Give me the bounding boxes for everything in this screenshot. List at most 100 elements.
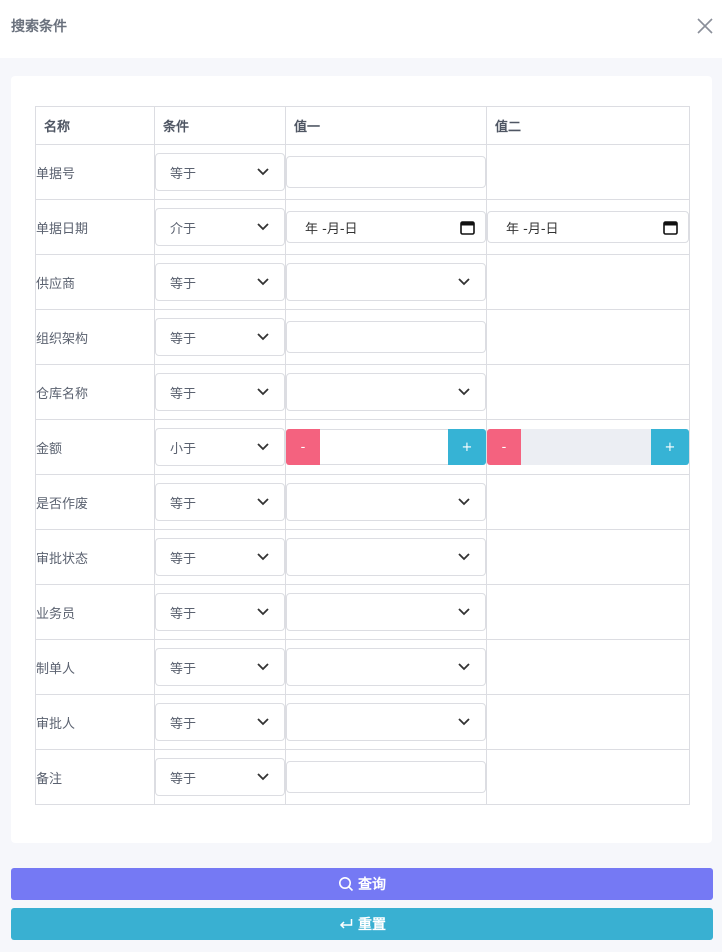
condition-cell: 等于 (154, 364, 286, 420)
chevron-down-icon (257, 168, 269, 176)
table-row: 审批状态 等于 (35, 529, 690, 585)
condition-select[interactable]: 小于 (155, 428, 285, 466)
chevron-down-icon (257, 388, 269, 396)
value-two-cell (486, 144, 690, 200)
value-one-cell (285, 584, 487, 640)
value-select[interactable] (286, 373, 486, 411)
chevron-down-icon (257, 608, 269, 616)
amount-stepper[interactable]: - + (286, 429, 486, 465)
field-name: 单据日期 (35, 199, 155, 255)
field-name: 单据号 (35, 144, 155, 200)
chevron-down-icon (257, 333, 269, 341)
value-select[interactable] (286, 648, 486, 686)
value-one-cell (285, 254, 487, 310)
condition-cell: 等于 (154, 474, 286, 530)
decrement-button[interactable]: - (286, 429, 320, 465)
value-one-cell (285, 364, 487, 420)
condition-cell: 等于 (154, 254, 286, 310)
chevron-down-icon (458, 388, 470, 396)
field-name: 组织架构 (35, 309, 155, 365)
value-select[interactable] (286, 538, 486, 576)
value-two-cell: 年 -月-日 (486, 199, 690, 255)
table-row: 供应商 等于 (35, 254, 690, 310)
condition-cell: 等于 (154, 309, 286, 365)
date-input[interactable]: 年 -月-日 (487, 211, 689, 243)
condition-select[interactable]: 等于 (155, 593, 285, 631)
condition-select[interactable]: 等于 (155, 318, 285, 356)
value-two-cell (486, 364, 690, 420)
condition-cell: 等于 (154, 639, 286, 695)
table-row: 组织架构 等于 (35, 309, 690, 365)
increment-button[interactable]: + (448, 429, 486, 465)
chevron-down-icon (257, 553, 269, 561)
value-one-cell: 年 -月-日 (285, 199, 487, 255)
value-two-cell (486, 254, 690, 310)
amount-stepper[interactable]: - + (487, 429, 689, 465)
value-two-cell (486, 639, 690, 695)
header-value-two: 值二 (486, 106, 690, 145)
chevron-down-icon (257, 278, 269, 286)
condition-value: 等于 (170, 386, 197, 402)
field-name: 制单人 (35, 639, 155, 695)
chevron-down-icon (458, 663, 470, 671)
condition-select[interactable]: 等于 (155, 483, 285, 521)
dialog-header: 搜索条件 (0, 0, 722, 58)
condition-select[interactable]: 等于 (155, 758, 285, 796)
chevron-down-icon (458, 278, 470, 286)
value-input[interactable] (286, 761, 486, 793)
decrement-button[interactable]: - (487, 429, 521, 465)
close-icon[interactable] (696, 17, 714, 35)
reset-button[interactable]: 重置 (11, 908, 713, 940)
condition-value: 等于 (170, 551, 197, 567)
reset-button-label: 重置 (358, 917, 386, 933)
date-placeholder: 年 -月-日 (506, 221, 559, 237)
value-select[interactable] (286, 703, 486, 741)
value-two-cell (486, 309, 690, 365)
value-select[interactable] (286, 483, 486, 521)
chevron-down-icon (257, 773, 269, 781)
value-one-cell (285, 144, 487, 200)
search-conditions-card: 名称 条件 值一 值二 单据号 等于 单据日期 介于年 -月-日年 -月-日 供应商 等于… (11, 76, 712, 843)
condition-cell: 等于 (154, 529, 286, 585)
value-two-cell (486, 584, 690, 640)
table-row: 单据日期 介于 年 -月-日 年 -月-日 (35, 199, 690, 255)
condition-select[interactable]: 介于 (155, 208, 285, 246)
increment-button[interactable]: + (651, 429, 689, 465)
condition-select[interactable]: 等于 (155, 373, 285, 411)
calendar-icon[interactable] (663, 220, 678, 235)
condition-select[interactable]: 等于 (155, 153, 285, 191)
dialog-title: 搜索条件 (11, 19, 67, 35)
value-two-cell (486, 694, 690, 750)
amount-field[interactable] (320, 429, 448, 465)
table-row: 业务员 等于 (35, 584, 690, 640)
condition-cell: 等于 (154, 749, 286, 805)
value-one-cell (285, 529, 487, 585)
condition-select[interactable]: 等于 (155, 703, 285, 741)
table-row: 金额 小于 - + - + (35, 419, 690, 475)
chevron-down-icon (458, 498, 470, 506)
value-select[interactable] (286, 593, 486, 631)
condition-select[interactable]: 等于 (155, 538, 285, 576)
value-one-cell: - + (285, 419, 487, 475)
search-icon (339, 877, 354, 892)
value-two-cell (486, 749, 690, 805)
header-value-one: 值一 (285, 106, 487, 145)
chevron-down-icon (257, 718, 269, 726)
search-button[interactable]: 查询 (11, 868, 713, 900)
value-select[interactable] (286, 263, 486, 301)
condition-cell: 小于 (154, 419, 286, 475)
value-input[interactable] (286, 321, 486, 353)
condition-value: 介于 (170, 221, 197, 237)
calendar-icon[interactable] (460, 220, 475, 235)
condition-value: 等于 (170, 771, 197, 787)
date-input[interactable]: 年 -月-日 (286, 211, 486, 243)
table-row: 备注 等于 (35, 749, 690, 805)
condition-value: 等于 (170, 606, 197, 622)
search-button-label: 查询 (358, 877, 386, 893)
condition-value: 等于 (170, 716, 197, 732)
header-condition: 条件 (154, 106, 286, 145)
condition-select[interactable]: 等于 (155, 648, 285, 686)
value-input[interactable] (286, 156, 486, 188)
condition-value: 小于 (170, 441, 197, 457)
condition-select[interactable]: 等于 (155, 263, 285, 301)
